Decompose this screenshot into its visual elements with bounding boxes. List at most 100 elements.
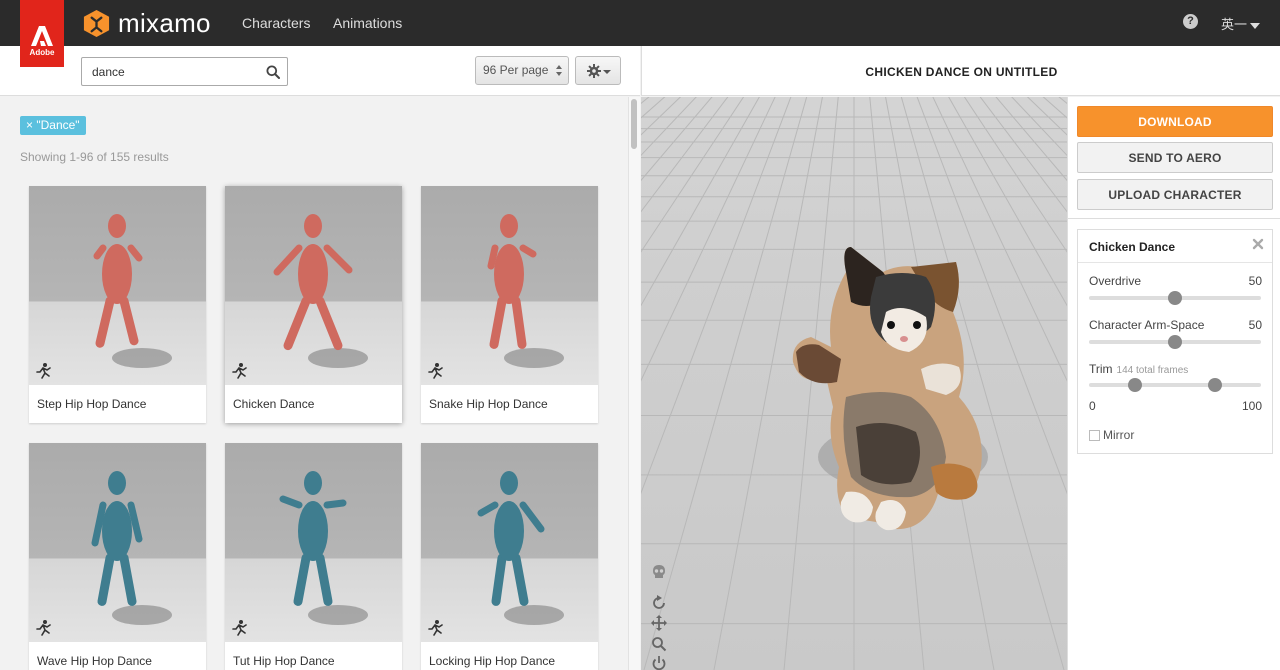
nav-characters[interactable]: Characters [242,15,310,31]
animation-card[interactable]: Step Hip Hop Dance [29,186,206,423]
animation-card-label: Locking Hip Hop Dance [429,654,556,668]
animation-card[interactable]: Tut Hip Hop Dance [225,443,402,670]
per-page-value: 96 Per page [483,63,549,77]
settings-dropdown-button[interactable] [575,56,621,85]
filter-tag-dance[interactable]: × "Dance" [20,116,86,135]
grid-line [641,97,776,382]
animation-card-label: Chicken Dance [233,397,315,411]
select-arrows-icon [556,65,562,76]
upload-character-button[interactable]: UPLOAD CHARACTER [1077,179,1273,210]
user-name: 英一 [1221,17,1248,32]
close-icon[interactable] [1252,238,1264,250]
mannequin-figure [91,471,172,625]
animation-thumbnail [225,443,402,642]
gear-icon [587,64,601,78]
arm-space-slider-handle[interactable] [1168,335,1182,349]
result-count: Showing 1-96 of 155 results [20,150,169,164]
grid-line [713,97,823,670]
top-nav-bar: mixamo Characters Animations ? 英一 [0,0,1280,46]
mixamo-logo[interactable]: mixamo [82,7,211,39]
mirror-checkbox[interactable] [1089,430,1100,441]
search-field[interactable] [81,57,288,86]
animation-thumbnail [29,186,206,385]
mannequin-figure [477,471,564,625]
rotate-icon[interactable] [651,595,667,611]
trim-slider[interactable] [1089,378,1261,392]
overdrive-slider-handle[interactable] [1168,291,1182,305]
grid-line [641,97,682,136]
running-figure-icon [428,620,443,636]
trim-frames: 144 total frames [1116,365,1189,376]
arm-space-value: 50 [1248,318,1262,332]
mirror-label: Mirror [1103,428,1135,442]
nav-animations[interactable]: Animations [333,15,402,31]
divider [1078,262,1272,263]
pan-icon[interactable] [651,615,667,631]
chevron-down-icon [603,70,611,74]
character-preview-scene[interactable] [641,97,1067,670]
animation-thumbnail [421,186,598,385]
search-icon[interactable] [266,65,280,79]
animation-thumbnail [29,443,206,642]
mixamo-logo-icon [83,9,110,37]
scrollbar-thumb[interactable] [631,99,637,149]
grid-line [979,97,1067,213]
trim-start-value: 0 [1089,399,1096,413]
chevron-down-icon [1250,22,1261,29]
trim-label-text: Trim [1089,362,1113,376]
overdrive-slider[interactable] [1089,291,1261,305]
grid-line [641,97,650,104]
trim-start-handle[interactable] [1128,378,1143,392]
mannequin-figure [487,214,564,368]
mannequin-figure [273,214,368,368]
animation-thumbnail [421,443,598,642]
animation-card-label: Snake Hip Hop Dance [429,397,548,411]
search-input[interactable] [82,58,252,85]
grid-line [641,97,745,253]
skull-icon[interactable] [651,564,667,580]
running-figure-icon [232,363,247,379]
user-menu[interactable]: 英一 [1221,14,1261,33]
animation-card-label: Tut Hip Hop Dance [233,654,335,668]
arm-space-slider[interactable] [1089,335,1261,349]
grid-line [1026,97,1067,136]
arm-space-label: Character Arm-Space [1089,318,1205,332]
running-figure-icon [232,620,247,636]
results-scrollbar[interactable] [628,97,640,670]
grid-line [1022,97,1067,670]
animation-card[interactable]: Locking Hip Hop Dance [421,443,598,670]
grid-line [641,97,729,213]
trim-end-value: 100 [1241,399,1262,413]
grid-line [641,97,792,495]
settings-title: Chicken Dance [1089,240,1176,254]
grid-line [641,97,697,157]
animation-settings: Chicken Dance Overdrive 50 Character Arm… [1077,229,1273,454]
animation-side-panel: DOWNLOAD SEND TO AERO UPLOAD CHARACTER C… [1067,97,1280,670]
animation-thumbnail [225,186,402,385]
grid-line [641,97,666,119]
adobe-logo[interactable]: Adobe [20,0,64,67]
help-icon[interactable]: ? [1183,14,1198,29]
trim-label: Trim 144 total frames [1089,362,1188,376]
running-figure-icon [428,363,443,379]
animation-card[interactable]: Snake Hip Hop Dance [421,186,598,423]
overdrive-label: Overdrive [1089,274,1142,288]
brand-name: mixamo [118,7,211,38]
kitten-character [792,247,982,531]
browse-toolbar: 96 Per page [0,46,640,96]
zoom-icon[interactable] [651,636,667,652]
download-button[interactable]: DOWNLOAD [1077,106,1273,137]
animation-card[interactable]: Wave Hip Hop Dance [29,443,206,670]
trim-end-handle[interactable] [1207,378,1222,392]
animation-card[interactable]: Chicken Dance [225,186,402,423]
mannequin-figure [93,214,172,368]
3d-viewport[interactable] [641,97,1067,670]
grid-line [1042,97,1067,119]
mannequin-figure [279,471,368,625]
per-page-select[interactable]: 96 Per page [475,56,569,85]
divider [1068,218,1280,219]
power-icon[interactable] [651,655,667,670]
send-to-aero-button[interactable]: SEND TO AERO [1077,142,1273,173]
adobe-label: Adobe [29,48,55,57]
running-figure-icon [36,363,51,379]
